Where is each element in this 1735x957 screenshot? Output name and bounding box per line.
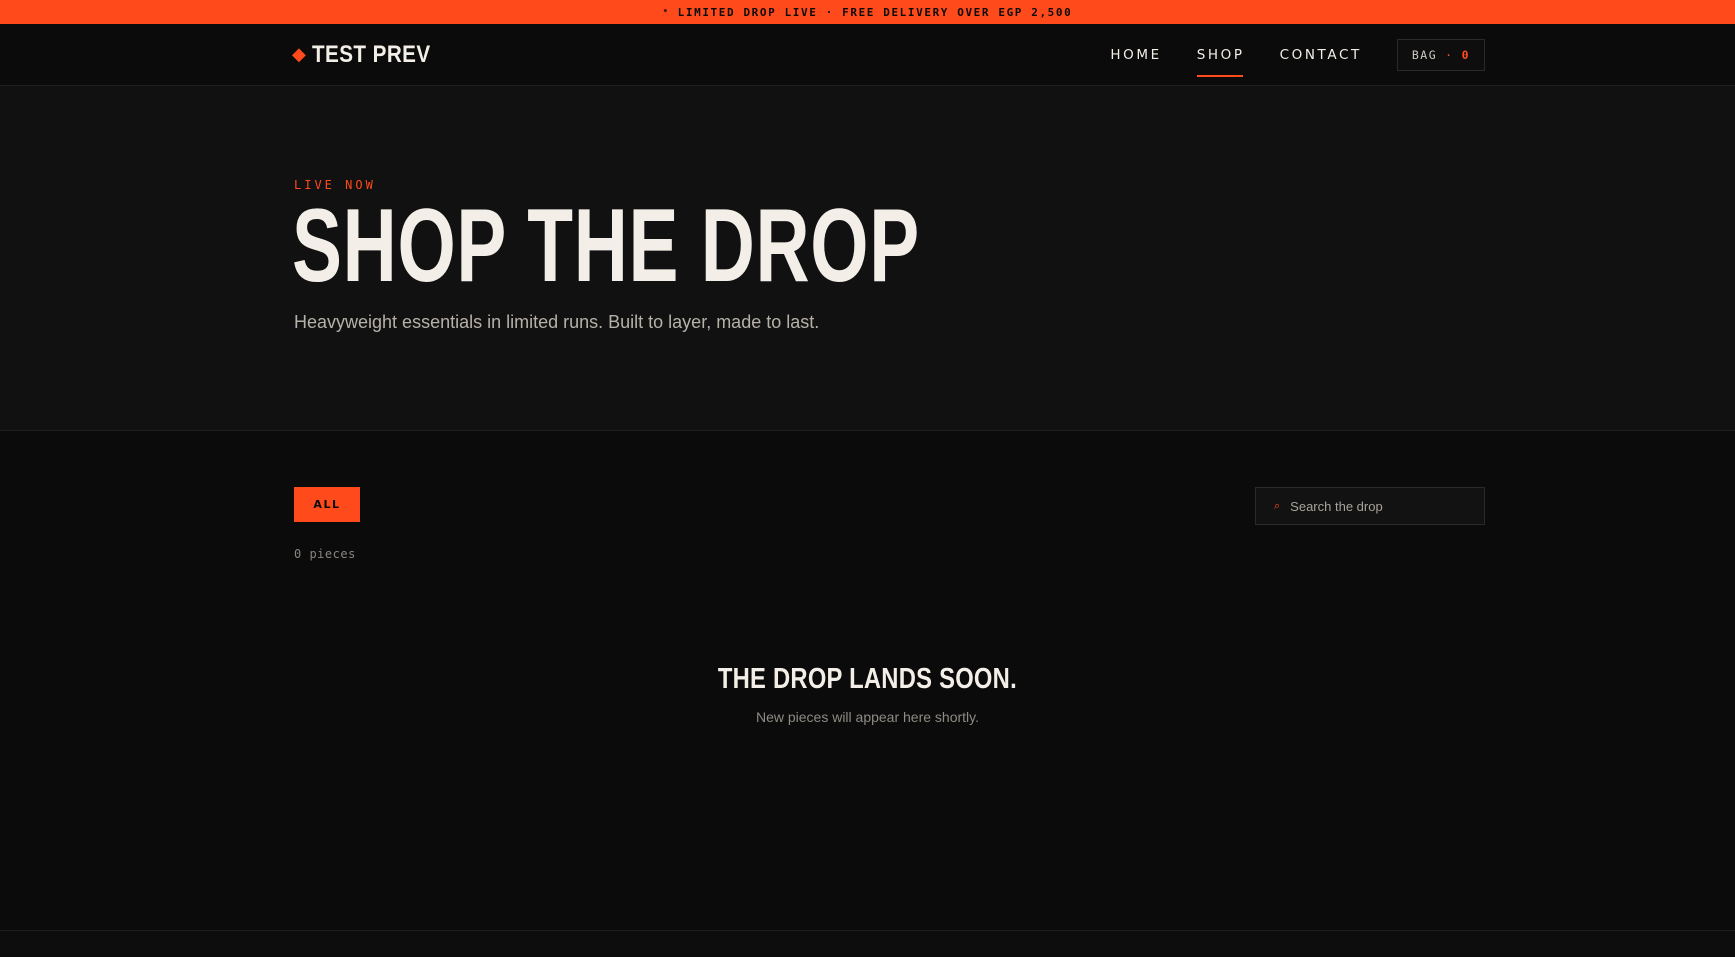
announcement-bar: • LIMITED DROP LIVE · FREE DELIVERY OVER… xyxy=(0,0,1735,24)
nav-link-shop[interactable]: SHOP xyxy=(1196,39,1245,77)
empty-state-title: THE DROP LANDS SOON. xyxy=(0,663,1735,696)
header-inner: ◆ TEST PREV HOME SHOP CONTACT BAG · 0 xyxy=(292,24,1485,85)
bag-button[interactable]: BAG · 0 xyxy=(1396,38,1485,71)
bag-separator: · xyxy=(1445,47,1454,62)
nav-link-contact[interactable]: CONTACT xyxy=(1280,39,1362,71)
empty-state-title-text: THE DROP LANDS SOON. xyxy=(717,663,1018,695)
announcement-dot: • xyxy=(662,7,670,17)
announcement-text: LIMITED DROP LIVE · FREE DELIVERY OVER E… xyxy=(677,5,1073,19)
search-icon: ⌕ xyxy=(1274,499,1281,512)
hero-section: LIVE NOW SHOP THE DROP Heavyweight essen… xyxy=(0,86,1735,431)
main-nav: HOME SHOP CONTACT BAG · 0 xyxy=(1110,38,1485,77)
brand-name: TEST PREV xyxy=(311,40,431,68)
hero-title: SHOP THE DROP xyxy=(292,188,920,304)
bag-count: 0 xyxy=(1461,47,1470,62)
empty-state-subtitle: New pieces will appear here shortly. xyxy=(755,709,980,725)
hero-subtitle: Heavyweight essentials in limited runs. … xyxy=(294,312,820,332)
brand-logo-link[interactable]: ◆ TEST PREV xyxy=(292,41,450,69)
filter-all-button[interactable]: ALL xyxy=(294,487,360,522)
nav-link-home[interactable]: HOME xyxy=(1110,39,1161,71)
search-input[interactable] xyxy=(1290,498,1471,514)
bag-label: BAG xyxy=(1411,47,1438,62)
diamond-icon: ◆ xyxy=(292,43,306,64)
shop-section: ALL 0 pieces ⌕ THE DROP LANDS SOON. New … xyxy=(0,431,1735,931)
footer-strip xyxy=(0,931,1735,956)
site-header: ◆ TEST PREV HOME SHOP CONTACT BAG · 0 xyxy=(0,24,1735,86)
product-count: 0 pieces xyxy=(294,547,356,561)
search-box[interactable]: ⌕ xyxy=(1255,487,1485,525)
